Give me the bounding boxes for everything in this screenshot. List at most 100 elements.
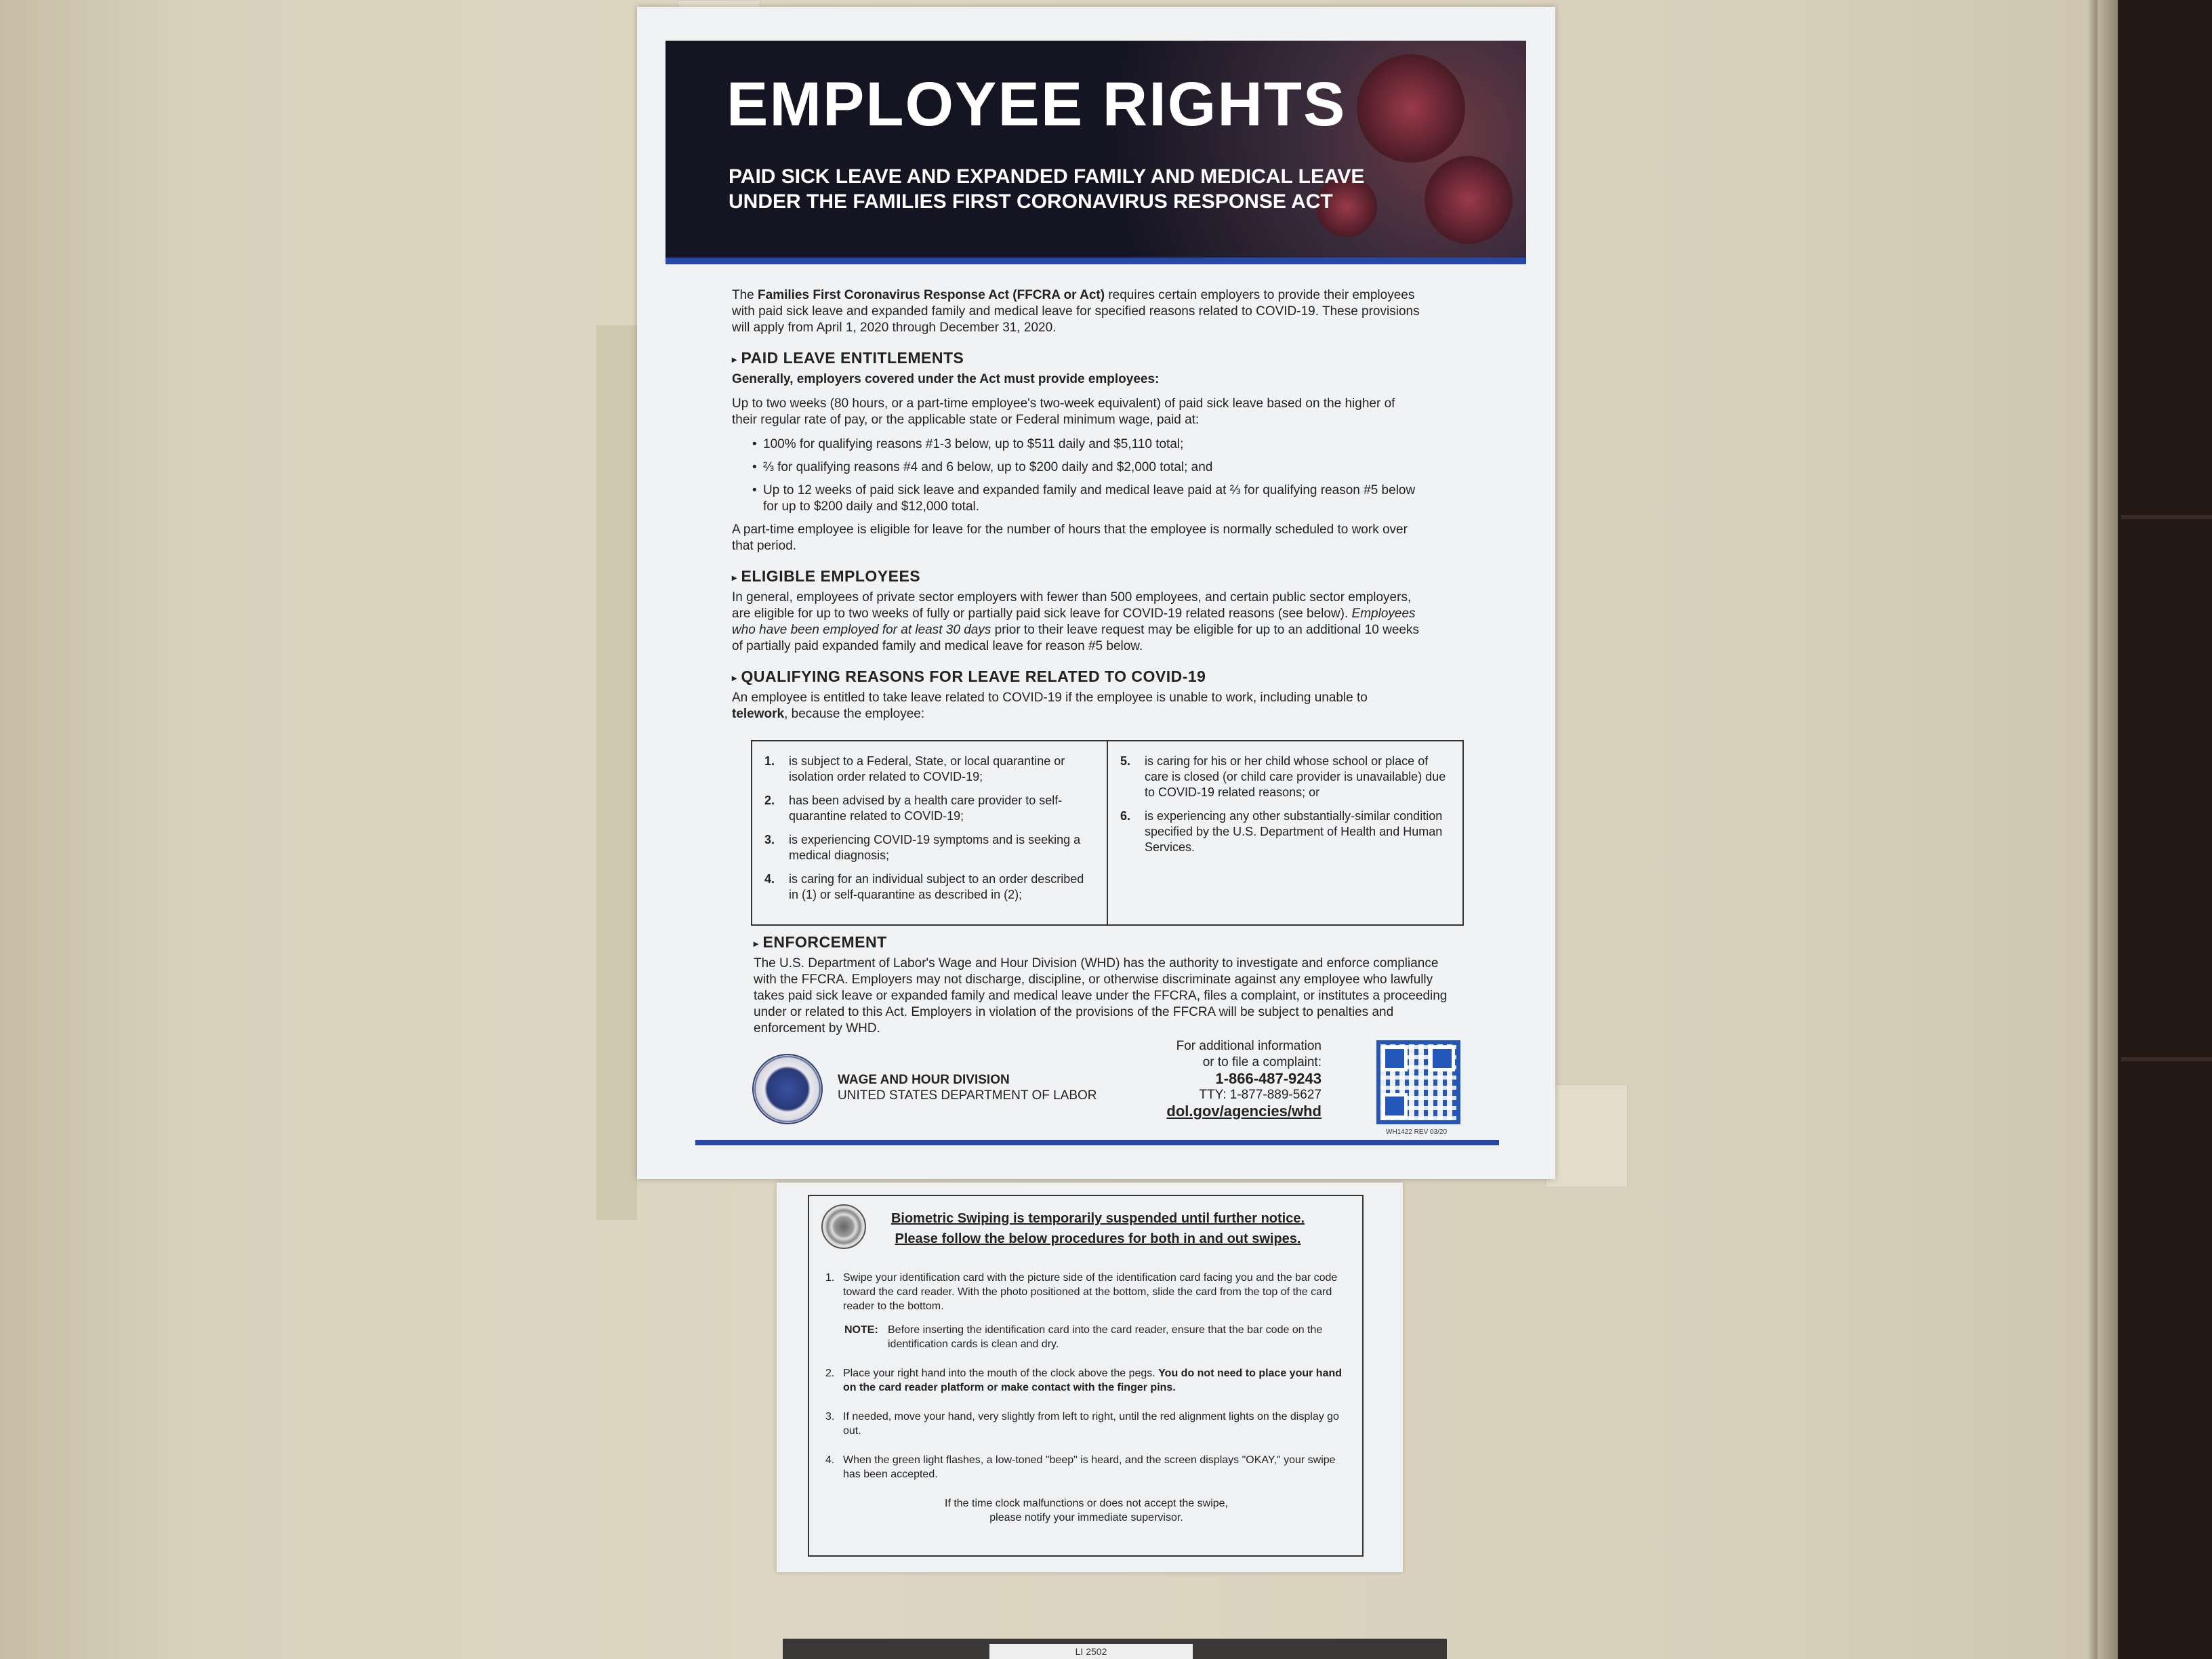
qr-finder — [1429, 1046, 1455, 1071]
reason-number: 5. — [1120, 754, 1131, 768]
qr-finder — [1382, 1093, 1408, 1119]
section-text: A part-time employee is eligible for lea… — [732, 522, 1408, 553]
qr-code-icon — [1376, 1040, 1460, 1124]
door-seam — [2121, 1057, 2212, 1061]
reason-text: is caring for his or her child whose sch… — [1145, 754, 1446, 799]
reason-item: 2. has been advised by a health care prov… — [764, 793, 1094, 824]
notice-heading: Biometric Swiping is temporarily suspend… — [874, 1208, 1322, 1249]
procedure-item: 1. Swipe your identification card with th… — [825, 1271, 1347, 1313]
text: The — [732, 288, 758, 302]
revision-code: WH1422 REV 03/20 — [1386, 1128, 1448, 1136]
seal-icon — [821, 1204, 866, 1249]
notice-footer: If the time clock malfunctions or does n… — [825, 1496, 1347, 1525]
wall-corner — [2097, 0, 2118, 1659]
item-number: 1. — [825, 1272, 835, 1284]
triangle-bullet-icon: ▸ — [732, 353, 737, 365]
heading-line: Please follow the below procedures for b… — [895, 1231, 1301, 1246]
item-number: 4. — [825, 1454, 835, 1466]
heading-text: QUALIFYING REASONS FOR LEAVE RELATED TO … — [741, 667, 1206, 685]
act-name: Families First Coronavirus Response Act … — [758, 288, 1105, 302]
triangle-bullet-icon: ▸ — [732, 672, 737, 683]
info-line: or to file a complaint: — [1202, 1055, 1322, 1069]
phone-number: 1-866-487-9243 — [1215, 1070, 1322, 1087]
section-heading: ▸ ENFORCEMENT — [754, 934, 1458, 951]
reason-text: is experiencing COVID-19 symptoms and is… — [789, 833, 1081, 862]
poster-body: The Families First Coronavirus Response … — [732, 287, 1423, 731]
reason-item: 4. is caring for an individual subject to… — [764, 872, 1094, 903]
reason-number: 6. — [1120, 809, 1131, 823]
reason-item: 3. is experiencing COVID-19 symptoms and … — [764, 832, 1094, 863]
info-line: For additional information — [1176, 1039, 1322, 1053]
section-heading: ▸ ELIGIBLE EMPLOYEES — [732, 568, 1423, 586]
heading-text: PAID LEAVE ENTITLEMENTS — [741, 349, 964, 367]
biometric-notice: Biometric Swiping is temporarily suspend… — [777, 1183, 1403, 1572]
reason-number: 2. — [764, 794, 775, 807]
section-text: The U.S. Department of Labor's Wage and … — [754, 956, 1448, 1036]
note-label: NOTE: — [844, 1324, 878, 1336]
procedure-item: 3. If needed, move your hand, very slight… — [825, 1410, 1347, 1438]
reason-item: 5. is caring for his or her child whose s… — [1120, 754, 1450, 800]
section-subheading: Generally, employers covered under the A… — [732, 371, 1160, 386]
contact-info: For additional information or to file a … — [1030, 1038, 1322, 1120]
procedure-item: 4. When the green light flashes, a low-to… — [825, 1453, 1347, 1481]
section-heading: ▸ QUALIFYING REASONS FOR LEAVE RELATED TO… — [732, 668, 1423, 686]
reason-text: is subject to a Federal, State, or local… — [789, 754, 1065, 783]
qr-pattern — [1380, 1044, 1456, 1120]
section-heading: ▸ PAID LEAVE ENTITLEMENTS — [732, 350, 1423, 367]
item-number: 2. — [825, 1368, 835, 1379]
item-number: 3. — [825, 1411, 835, 1422]
reasons-left-column: 1. is subject to a Federal, State, or loc… — [752, 741, 1107, 924]
peeled-paint — [596, 325, 637, 1220]
enforcement-section: ▸ ENFORCEMENT The U.S. Department of Labo… — [754, 934, 1458, 1045]
reasons-right-column: 5. is caring for his or her child whose s… — [1107, 741, 1462, 924]
text: , because the employee: — [784, 706, 925, 721]
item-text: When the green light flashes, a low-tone… — [843, 1454, 1336, 1480]
poster-subtitle-line: PAID SICK LEAVE AND EXPANDED FAMILY AND … — [729, 165, 1365, 188]
poster-title: EMPLOYEE RIGHTS — [726, 70, 1347, 139]
entitlement-list: 100% for qualifying reasons #1-3 below, … — [752, 436, 1423, 515]
reason-number: 4. — [764, 872, 775, 886]
door-frame — [2118, 0, 2212, 1659]
heading-text: ELIGIBLE EMPLOYEES — [741, 567, 921, 585]
reason-item: 6. is experiencing any other substantiall… — [1120, 808, 1450, 855]
text: In general, employees of private sector … — [732, 590, 1412, 621]
section-text: Up to two weeks (80 hours, or a part-tim… — [732, 396, 1395, 427]
reason-number: 3. — [764, 833, 775, 846]
tty-number: TTY: 1-877-889-5627 — [1199, 1088, 1322, 1102]
qualifying-reasons-table: 1. is subject to a Federal, State, or loc… — [751, 740, 1464, 926]
tape-strip — [1545, 1084, 1628, 1187]
text: An employee is entitled to take leave re… — [732, 690, 1368, 705]
poster-banner: EMPLOYEE RIGHTS PAID SICK LEAVE AND EXPA… — [665, 41, 1526, 264]
footer-line: If the time clock malfunctions or does n… — [945, 1498, 1228, 1509]
employee-rights-poster: EMPLOYEE RIGHTS PAID SICK LEAVE AND EXPA… — [637, 7, 1555, 1179]
procedure-list: 1. Swipe your identification card with th… — [825, 1271, 1347, 1525]
heading-text: ENFORCEMENT — [762, 933, 887, 951]
poster-subtitle-line: UNDER THE FAMILIES FIRST CORONAVIRUS RES… — [729, 190, 1333, 213]
triangle-bullet-icon: ▸ — [754, 937, 759, 949]
device-label: LI 2502 — [989, 1644, 1193, 1659]
item-text: Swipe your identification card with the … — [843, 1272, 1338, 1312]
note-text: Before inserting the identification card… — [888, 1324, 1323, 1350]
intro-paragraph: The Families First Coronavirus Response … — [732, 287, 1423, 336]
text: telework — [732, 706, 785, 721]
section-text: An employee is entitled to take leave re… — [732, 690, 1423, 722]
reason-text: is caring for an individual subject to a… — [789, 872, 1084, 901]
poster-subtitle: PAID SICK LEAVE AND EXPANDED FAMILY AND … — [729, 164, 1364, 214]
reason-text: has been advised by a health care provid… — [789, 794, 1063, 823]
website-link: dol.gov/agencies/whd — [1166, 1103, 1322, 1120]
list-item: ⅔ for qualifying reasons #4 and 6 below,… — [752, 459, 1423, 476]
procedure-note: NOTE: Before inserting the identification… — [844, 1323, 1347, 1351]
heading-line: Biometric Swiping is temporarily suspend… — [890, 1211, 1305, 1226]
reason-text: is experiencing any other substantially-… — [1145, 809, 1443, 854]
footer-blue-bar — [695, 1140, 1499, 1145]
door-seam — [2121, 515, 2212, 519]
text: Place your right hand into the mouth of … — [843, 1368, 1159, 1379]
footer-line: please notify your immediate supervisor. — [989, 1512, 1183, 1523]
list-item: Up to 12 weeks of paid sick leave and ex… — [752, 483, 1423, 515]
item-text: Place your right hand into the mouth of … — [843, 1366, 1347, 1395]
virus-graphic — [1425, 156, 1513, 244]
reason-item: 1. is subject to a Federal, State, or loc… — [764, 754, 1094, 785]
triangle-bullet-icon: ▸ — [732, 571, 737, 583]
dol-seal-icon — [752, 1054, 823, 1124]
notice-border: Biometric Swiping is temporarily suspend… — [808, 1195, 1364, 1557]
